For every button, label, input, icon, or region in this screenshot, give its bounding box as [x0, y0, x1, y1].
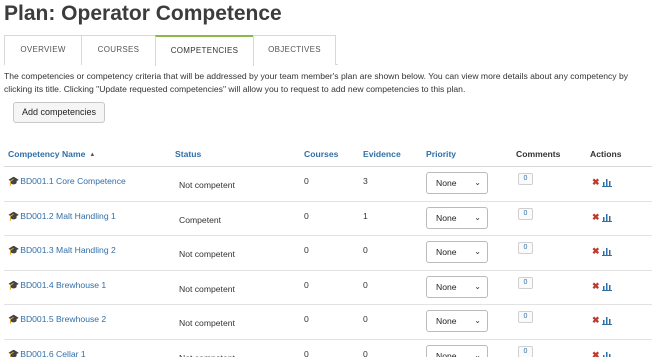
comments-badge[interactable]: 0	[518, 207, 533, 220]
tab-overview[interactable]: OVERVIEW	[4, 35, 82, 65]
courses-count: 0	[304, 348, 309, 357]
evidence-count: 0	[363, 314, 368, 324]
comments-badge[interactable]: 0	[518, 311, 533, 323]
competency-name: BD001.1 Core Competence	[20, 176, 126, 186]
bar-chart-icon[interactable]	[602, 177, 612, 187]
graduation-cap-icon: 🎓	[8, 176, 20, 186]
bar-chart-icon[interactable]	[602, 281, 612, 291]
column-header-actions: Actions	[590, 149, 622, 159]
chevron-updown-icon: ⌄	[474, 178, 481, 187]
competency-link[interactable]: 🎓BD001.4 Brewhouse 1	[8, 280, 106, 291]
tab-courses[interactable]: COURSES	[81, 35, 156, 65]
status-text: Not competent	[179, 318, 235, 328]
column-header-priority[interactable]: Priority	[426, 149, 456, 159]
comments-badge[interactable]: 0	[518, 276, 533, 289]
competency-name: BD001.4 Brewhouse 1	[20, 279, 107, 290]
bar-chart-icon[interactable]	[602, 212, 612, 222]
graduation-cap-icon: 🎓	[8, 245, 20, 255]
priority-value: None	[436, 350, 457, 357]
column-header-status[interactable]: Status	[175, 149, 201, 159]
table-row: 🎓BD001.3 Malt Handling 2 Not competent 0…	[4, 236, 652, 271]
priority-select[interactable]: None ⌄	[426, 206, 488, 229]
chevron-updown-icon: ⌄	[474, 247, 481, 256]
courses-count: 0	[304, 176, 309, 186]
graduation-cap-icon: 🎓	[8, 314, 20, 324]
competency-name: BD001.3 Malt Handling 2	[20, 245, 116, 255]
status-text: Not competent	[179, 180, 235, 190]
page-title: Plan: Operator Competence	[4, 2, 282, 25]
status-text: Not competent	[179, 353, 235, 357]
bar-chart-icon[interactable]	[602, 350, 612, 357]
delete-x-icon[interactable]: ✖	[592, 246, 600, 257]
courses-count: 0	[304, 245, 309, 255]
priority-select[interactable]: None ⌄	[426, 275, 488, 298]
priority-value: None	[436, 178, 457, 188]
status-text: Competent	[179, 214, 222, 225]
competency-link[interactable]: 🎓BD001.6 Cellar 1	[8, 349, 86, 357]
tab-bar: OVERVIEW COURSES COMPETENCIES OBJECTIVES	[4, 35, 338, 66]
chevron-updown-icon: ⌄	[474, 212, 481, 222]
priority-value: None	[436, 247, 457, 257]
competency-link[interactable]: 🎓BD001.3 Malt Handling 2	[8, 245, 116, 256]
column-header-comments: Comments	[516, 149, 561, 159]
competency-name: BD001.2 Malt Handling 1	[20, 210, 116, 221]
graduation-cap-icon: 🎓	[8, 348, 20, 357]
graduation-cap-icon: 🎓	[8, 279, 20, 290]
table-row: 🎓BD001.2 Malt Handling 1 Competent 0 1 N…	[4, 202, 652, 236]
sort-ascending-icon: ▲	[89, 152, 96, 158]
competency-link[interactable]: 🎓BD001.1 Core Competence	[8, 176, 126, 187]
competency-name: BD001.5 Brewhouse 2	[20, 314, 107, 324]
competency-link[interactable]: 🎓BD001.5 Brewhouse 2	[8, 314, 106, 325]
priority-select[interactable]: None ⌄	[426, 344, 488, 357]
courses-count: 0	[304, 210, 309, 221]
column-header-name[interactable]: Competency Name ▲	[8, 149, 95, 159]
table-row: 🎓BD001.1 Core Competence Not competent 0…	[4, 167, 652, 202]
add-competencies-button[interactable]: Add competencies	[13, 102, 105, 123]
courses-count: 0	[304, 314, 309, 324]
priority-select[interactable]: None ⌄	[426, 172, 488, 194]
status-text: Not competent	[179, 249, 235, 259]
evidence-count: 1	[363, 210, 368, 221]
comments-badge[interactable]: 0	[518, 345, 533, 357]
evidence-count: 0	[363, 245, 368, 255]
column-header-courses[interactable]: Courses	[304, 149, 338, 159]
delete-x-icon[interactable]: ✖	[592, 281, 600, 292]
chevron-updown-icon: ⌄	[474, 281, 481, 291]
bar-chart-icon[interactable]	[602, 246, 612, 256]
chevron-updown-icon: ⌄	[474, 350, 481, 357]
evidence-count: 3	[363, 176, 368, 186]
competencies-table: Competency Name ▲ Status Courses Evidence…	[4, 143, 652, 357]
competency-name: BD001.6 Cellar 1	[20, 348, 86, 357]
delete-x-icon[interactable]: ✖	[592, 212, 600, 223]
courses-count: 0	[304, 279, 309, 290]
tab-competencies[interactable]: COMPETENCIES	[155, 35, 254, 66]
table-header: Competency Name ▲ Status Courses Evidence…	[4, 143, 652, 167]
priority-select[interactable]: None ⌄	[426, 241, 488, 263]
delete-x-icon[interactable]: ✖	[592, 315, 600, 326]
priority-select[interactable]: None ⌄	[426, 310, 488, 332]
delete-x-icon[interactable]: ✖	[592, 350, 600, 357]
table-row: 🎓BD001.5 Brewhouse 2 Not competent 0 0 N…	[4, 305, 652, 340]
delete-x-icon[interactable]: ✖	[592, 177, 600, 188]
comments-badge[interactable]: 0	[518, 173, 533, 185]
bar-chart-icon[interactable]	[602, 315, 612, 325]
plan-page: Plan: Operator Competence OVERVIEW COURS…	[0, 0, 652, 357]
table-row: 🎓BD001.6 Cellar 1 Not competent 0 0 None…	[4, 340, 652, 357]
chevron-updown-icon: ⌄	[474, 316, 481, 325]
priority-value: None	[436, 212, 457, 223]
evidence-count: 0	[363, 279, 368, 290]
priority-value: None	[436, 316, 457, 326]
graduation-cap-icon: 🎓	[8, 210, 20, 221]
table-row: 🎓BD001.4 Brewhouse 1 Not competent 0 0 N…	[4, 271, 652, 305]
table-body: 🎓BD001.1 Core Competence Not competent 0…	[4, 167, 652, 357]
evidence-count: 0	[363, 348, 368, 357]
column-header-evidence[interactable]: Evidence	[363, 149, 401, 159]
tab-objectives[interactable]: OBJECTIVES	[253, 35, 336, 65]
status-text: Not competent	[179, 283, 235, 294]
comments-badge[interactable]: 0	[518, 242, 533, 254]
competency-link[interactable]: 🎓BD001.2 Malt Handling 1	[8, 211, 116, 222]
intro-text: The competencies or competency criteria …	[4, 71, 629, 94]
priority-value: None	[436, 281, 457, 292]
